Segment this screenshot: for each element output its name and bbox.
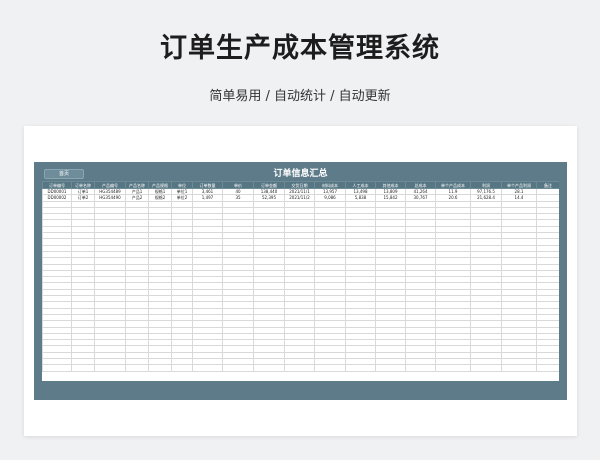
order-summary-table: 订单编号 订单名称 产品编号 产品名称 产品规格 单位 订单数量 单价 订单金额 交货日期 材料成本… [42,181,559,372]
column-header[interactable]: 订单编号 [42,181,72,189]
table-header-row: 订单编号 订单名称 产品编号 产品名称 产品规格 单位 订单数量 单价 订单金额 交货日期 材料成本… [42,181,559,189]
spreadsheet-preview: 首页 订单信息汇总 订单编号 订单名称 产品编号 产品名称 产品规格 单位 订单数量 单价 订单… [24,126,577,436]
column-header[interactable]: 订单金额 [253,181,285,189]
empty-cell[interactable] [405,364,436,372]
empty-cell[interactable] [148,364,172,372]
column-header[interactable]: 材料成本 [314,181,346,189]
empty-cell[interactable] [435,364,471,372]
column-header[interactable]: 产品规格 [148,181,172,189]
column-header[interactable]: 订单名称 [71,181,95,189]
column-header[interactable]: 其他成本 [375,181,406,189]
sheet-title: 订单信息汇总 [273,169,328,179]
column-header[interactable]: 单价 [222,181,254,189]
table-row: DD00002 订单2 HG354490 产品2 规格2 单位2 1,497 35 52,395… [42,194,559,202]
empty-cell[interactable] [222,364,254,372]
column-header[interactable]: 产品名称 [125,181,149,189]
empty-cell[interactable] [501,364,537,372]
page-title: 订单生产成本管理系统 [160,33,440,64]
table-cell[interactable]: HG354489 [94,187,126,196]
sheet-frame: 首页 订单信息汇总 订单编号 订单名称 产品编号 产品名称 产品规格 单位 订单数量 单价 订单… [34,162,567,400]
column-header[interactable]: 备注 [536,181,559,189]
column-header[interactable]: 交货日期 [284,181,315,189]
empty-cell[interactable] [536,364,559,372]
page-subtitle: 简单易用 / 自动统计 / 自动更新 [209,89,391,104]
empty-cell[interactable] [314,364,346,372]
column-header[interactable]: 单个产品利润 [501,181,537,189]
table-row: DD00001 订单1 HG354489 产品1 规格1 单位1 3,461 40 138,44… [42,187,559,196]
empty-cell[interactable] [94,364,126,372]
empty-cell[interactable] [125,364,149,372]
empty-cell[interactable] [192,364,223,372]
column-header[interactable]: 总成本 [405,181,436,189]
column-header[interactable]: 利润 [470,181,502,189]
empty-cell[interactable] [42,364,72,372]
empty-cell[interactable] [71,364,95,372]
empty-cell[interactable] [375,364,406,372]
empty-cell[interactable] [284,364,315,372]
empty-row [42,364,559,372]
column-header[interactable]: 订单数量 [192,181,223,189]
sheet-top-bar: 首页 订单信息汇总 [42,168,559,181]
column-header[interactable]: 人工成本 [345,181,376,189]
empty-cell[interactable] [253,364,285,372]
column-header[interactable]: 产品编号 [94,181,126,189]
empty-cell[interactable] [171,364,193,372]
sheet-grid: 订单编号 订单名称 产品编号 产品名称 产品规格 单位 订单数量 单价 订单金额 交货日期 材料成本… [42,181,559,381]
column-header[interactable]: 单位 [171,181,193,189]
table-body: DD00001 订单1 HG354489 产品1 规格1 单位1 3,461 40 138,44… [42,187,559,372]
empty-cell[interactable] [345,364,376,372]
empty-cell[interactable] [470,364,502,372]
column-header[interactable]: 单个产品成本 [435,181,471,189]
